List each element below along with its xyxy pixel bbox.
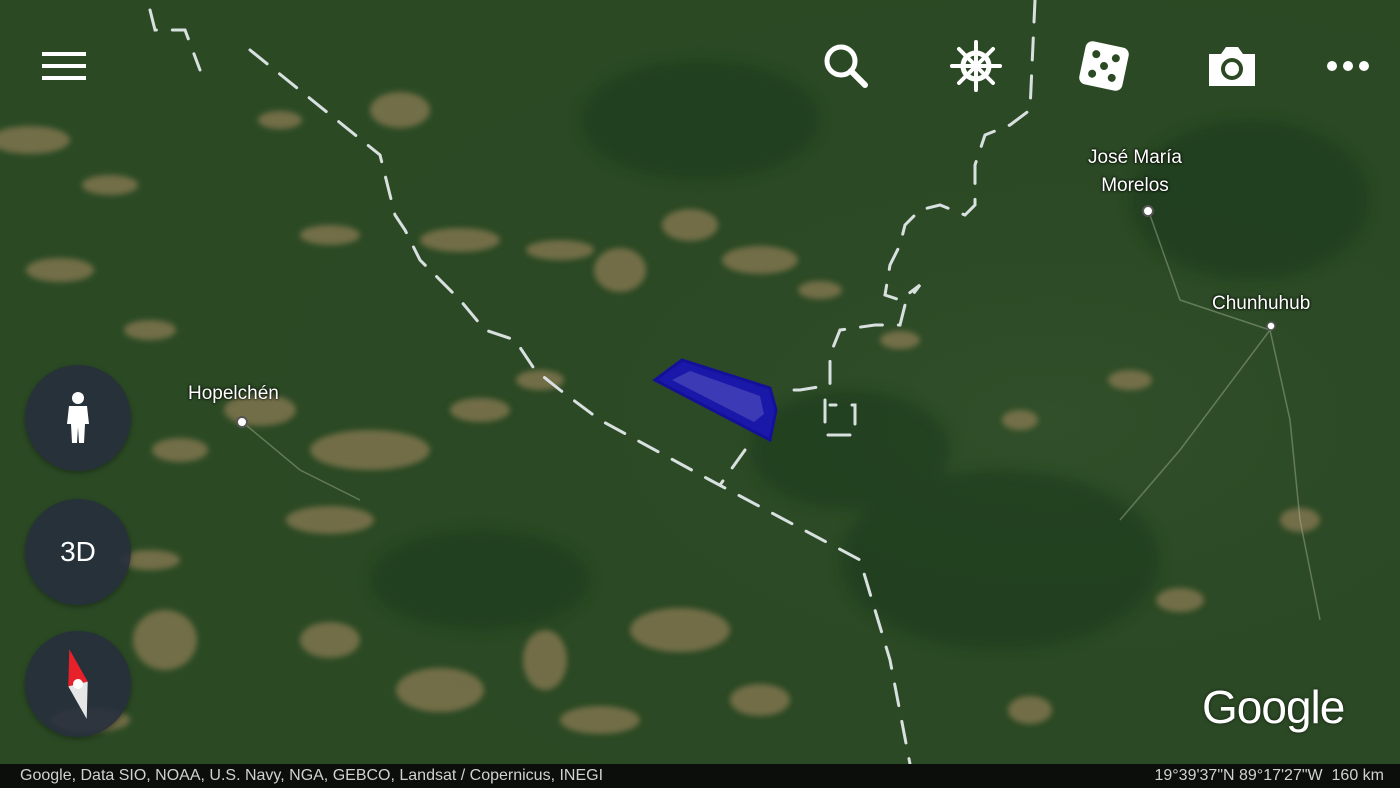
street-view-button[interactable] — [25, 365, 131, 471]
view-toggle-label: 3D — [60, 536, 96, 567]
compass-button[interactable] — [25, 631, 131, 737]
coordinates-scale: 19°39'37"N 89°17'27"W 160 km — [1154, 767, 1384, 785]
data-attribution: Google, Data SIO, NOAA, U.S. Navy, NGA, … — [20, 767, 604, 784]
ship-wheel-icon — [950, 40, 1002, 92]
scale-readout: 160 km — [1331, 767, 1384, 784]
place-label-chunhuhub[interactable]: Chunhuhub — [1212, 290, 1310, 318]
camera-icon — [1209, 47, 1255, 86]
compass-icon — [68, 649, 88, 719]
more-options-icon — [1327, 61, 1369, 71]
menu-button[interactable] — [32, 34, 96, 98]
view-toggle-3d-button[interactable]: 3D — [25, 499, 131, 605]
pegman-icon — [67, 392, 89, 443]
menu-icon — [42, 52, 86, 80]
more-options-button[interactable] — [1316, 34, 1380, 98]
voyager-button[interactable] — [944, 34, 1008, 98]
coordinates-readout: 19°39'37"N 89°17'27"W — [1154, 767, 1323, 784]
dice-icon — [1079, 41, 1129, 91]
status-bar: Google, Data SIO, NOAA, U.S. Navy, NGA, … — [0, 764, 1400, 788]
google-logo: Google — [1202, 681, 1345, 733]
search-icon — [824, 44, 868, 88]
search-button[interactable] — [814, 34, 878, 98]
place-label-hopelchen[interactable]: Hopelchén — [188, 380, 279, 408]
place-label-jose-maria-morelos[interactable]: José María Morelos — [1088, 144, 1182, 200]
snapshot-button[interactable] — [1200, 34, 1264, 98]
feeling-lucky-button[interactable] — [1072, 34, 1136, 98]
